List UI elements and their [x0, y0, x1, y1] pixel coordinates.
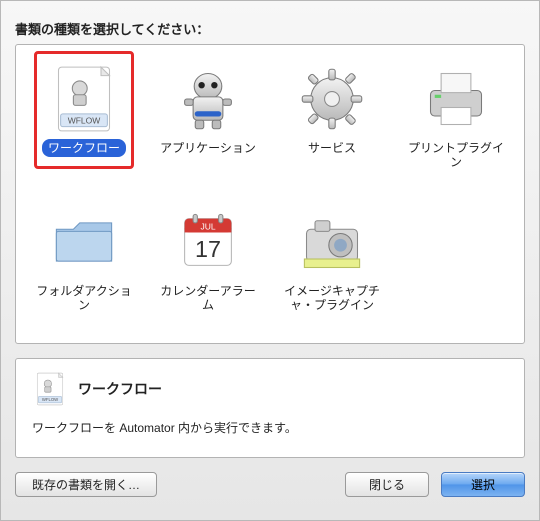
printer-icon: [416, 59, 496, 139]
choose-button[interactable]: 選択: [441, 472, 525, 497]
type-option-1[interactable]: アプリケーション: [150, 57, 266, 194]
close-button[interactable]: 閉じる: [345, 472, 429, 497]
type-option-label: アプリケーション: [154, 139, 262, 157]
type-option-6[interactable]: イメージキャプチャ・プラグイン: [274, 200, 390, 337]
description-title: ワークフロー: [78, 379, 162, 399]
type-option-0[interactable]: ワークフロー: [26, 57, 142, 194]
type-option-5[interactable]: カレンダーアラーム: [150, 200, 266, 337]
type-option-4[interactable]: フォルダアクション: [26, 200, 142, 337]
type-option-label: イメージキャプチャ・プラグイン: [277, 282, 387, 315]
folder-icon: [44, 202, 124, 282]
type-option-label: カレンダーアラーム: [153, 282, 263, 315]
description-icon: [32, 371, 68, 407]
type-option-2[interactable]: サービス: [274, 57, 390, 194]
calendar-icon: [168, 202, 248, 282]
type-grid-panel: ワークフロー アプリケーション サービス プリントプラグインフォルダアクションカレンダ…: [15, 44, 525, 344]
type-option-3[interactable]: プリントプラグイン: [398, 57, 514, 194]
description-panel: ワークフロー ワークフローを Automator 内から実行できます。: [15, 358, 525, 458]
type-option-label: フォルダアクション: [29, 282, 139, 315]
description-text: ワークフローを Automator 内から実行できます。: [32, 419, 508, 436]
type-option-label: ワークフロー: [42, 139, 126, 157]
automator-robot-icon: [168, 59, 248, 139]
type-option-label: プリントプラグイン: [401, 139, 511, 172]
camera-icon: [292, 202, 372, 282]
prompt-label: 書類の種類を選択してください：: [15, 19, 525, 38]
wflow-doc-icon: [44, 59, 124, 139]
type-option-label: サービス: [302, 139, 362, 157]
gear-icon: [292, 59, 372, 139]
open-existing-button[interactable]: 既存の書類を開く…: [15, 472, 157, 497]
button-row: 既存の書類を開く… 閉じる 選択: [15, 472, 525, 497]
